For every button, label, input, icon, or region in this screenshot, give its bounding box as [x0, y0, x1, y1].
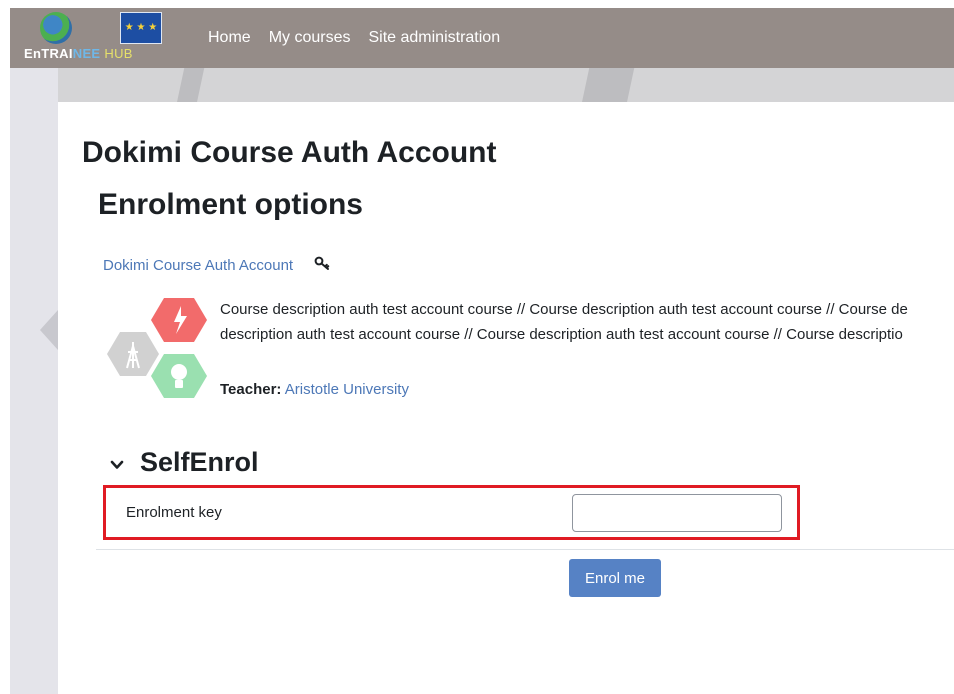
logo-text: EnTRAINEE HUB [24, 46, 133, 61]
main-content: Dokimi Course Auth Account Enrolment opt… [58, 102, 954, 694]
page-title: Dokimi Course Auth Account [82, 136, 497, 169]
primary-navigation: Home My courses Site administration [200, 29, 509, 47]
globe-logo-icon [40, 12, 72, 44]
eu-flag-icon: ★ ★ ★ [120, 12, 162, 44]
top-navbar: ★ ★ ★ EnTRAINEE HUB Home My courses Site … [10, 8, 954, 68]
teacher-link[interactable]: Aristotle University [285, 381, 409, 398]
teacher-label: Teacher: [220, 381, 282, 398]
drawer-arrow-shape [40, 310, 58, 350]
nav-my-courses[interactable]: My courses [260, 29, 360, 47]
course-summary: Course description auth test account cou… [220, 301, 908, 343]
enrolment-key-row: Enrolment key [103, 485, 800, 540]
selfenrol-section-header[interactable]: SelfEnrol [140, 447, 259, 478]
course-teacher: Teacher: Aristotle University [220, 381, 409, 398]
enrolment-key-input[interactable] [572, 494, 782, 532]
enrolment-key-label: Enrolment key [126, 504, 222, 521]
chevron-down-icon[interactable] [109, 457, 125, 473]
left-drawer-background [10, 68, 58, 694]
section-title: Enrolment options [98, 188, 363, 221]
form-divider [96, 549, 954, 550]
nav-home[interactable]: Home [200, 29, 260, 47]
nav-site-administration[interactable]: Site administration [359, 29, 509, 47]
key-icon [314, 256, 330, 270]
course-name-link[interactable]: Dokimi Course Auth Account [103, 257, 293, 274]
site-logo[interactable]: ★ ★ ★ EnTRAINEE HUB [10, 8, 200, 68]
enrol-me-button[interactable]: Enrol me [569, 559, 661, 597]
outer-margin [0, 0, 10, 694]
course-image [107, 298, 207, 398]
